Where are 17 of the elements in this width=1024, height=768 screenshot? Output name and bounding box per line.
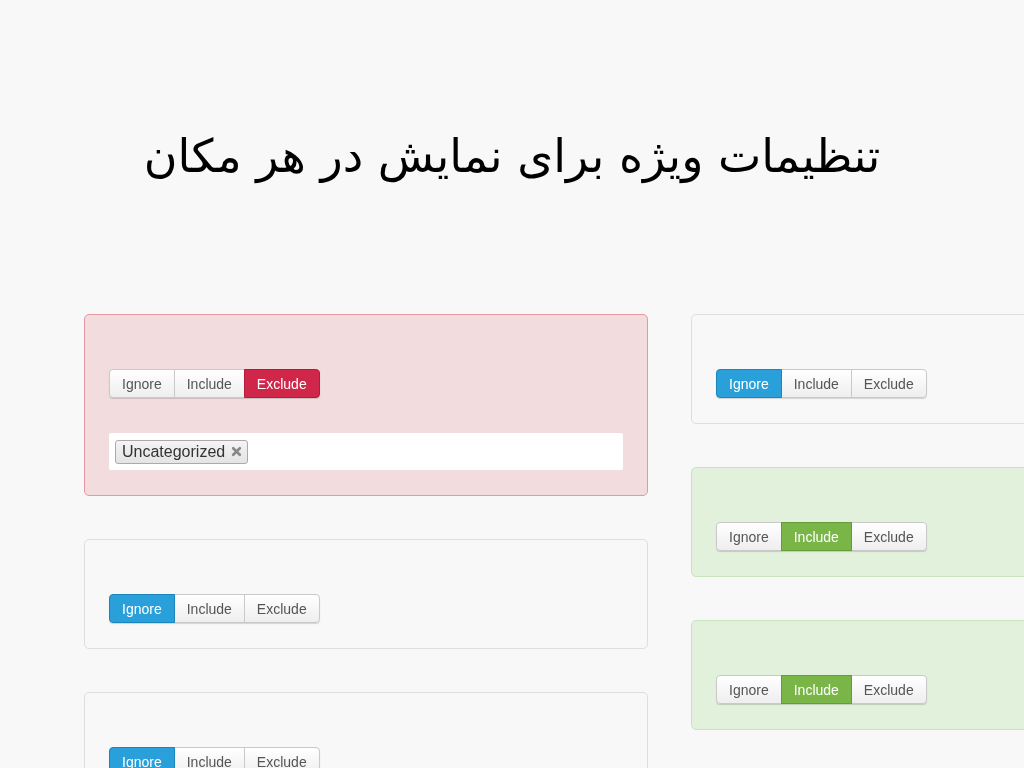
remove-icon[interactable] <box>231 446 243 457</box>
mode-option[interactable]: Exclude <box>243 594 320 623</box>
mode-option[interactable]: Include <box>173 369 245 398</box>
mode-option[interactable]: Ignore <box>109 369 175 398</box>
mode-option[interactable]: Include <box>780 369 852 398</box>
mode-option[interactable]: Include <box>173 747 245 768</box>
category-tag: Uncategorized <box>115 439 249 464</box>
mode-option[interactable]: Ignore <box>716 675 782 704</box>
mode-option[interactable]: Exclude <box>850 369 927 398</box>
tag-input-field[interactable]: Uncategorized <box>109 433 623 470</box>
mode-option[interactable]: Include <box>173 594 245 623</box>
mode-option[interactable]: Exclude <box>243 747 320 768</box>
mode-option[interactable]: Ignore <box>716 522 782 551</box>
mode-option[interactable]: Exclude <box>850 675 927 704</box>
mode-option[interactable]: Exclude <box>850 522 927 551</box>
page-title: تنظیمات ویژه برای نمایش در هر مکان <box>143 128 881 186</box>
mode-option[interactable]: Exclude <box>243 369 320 398</box>
